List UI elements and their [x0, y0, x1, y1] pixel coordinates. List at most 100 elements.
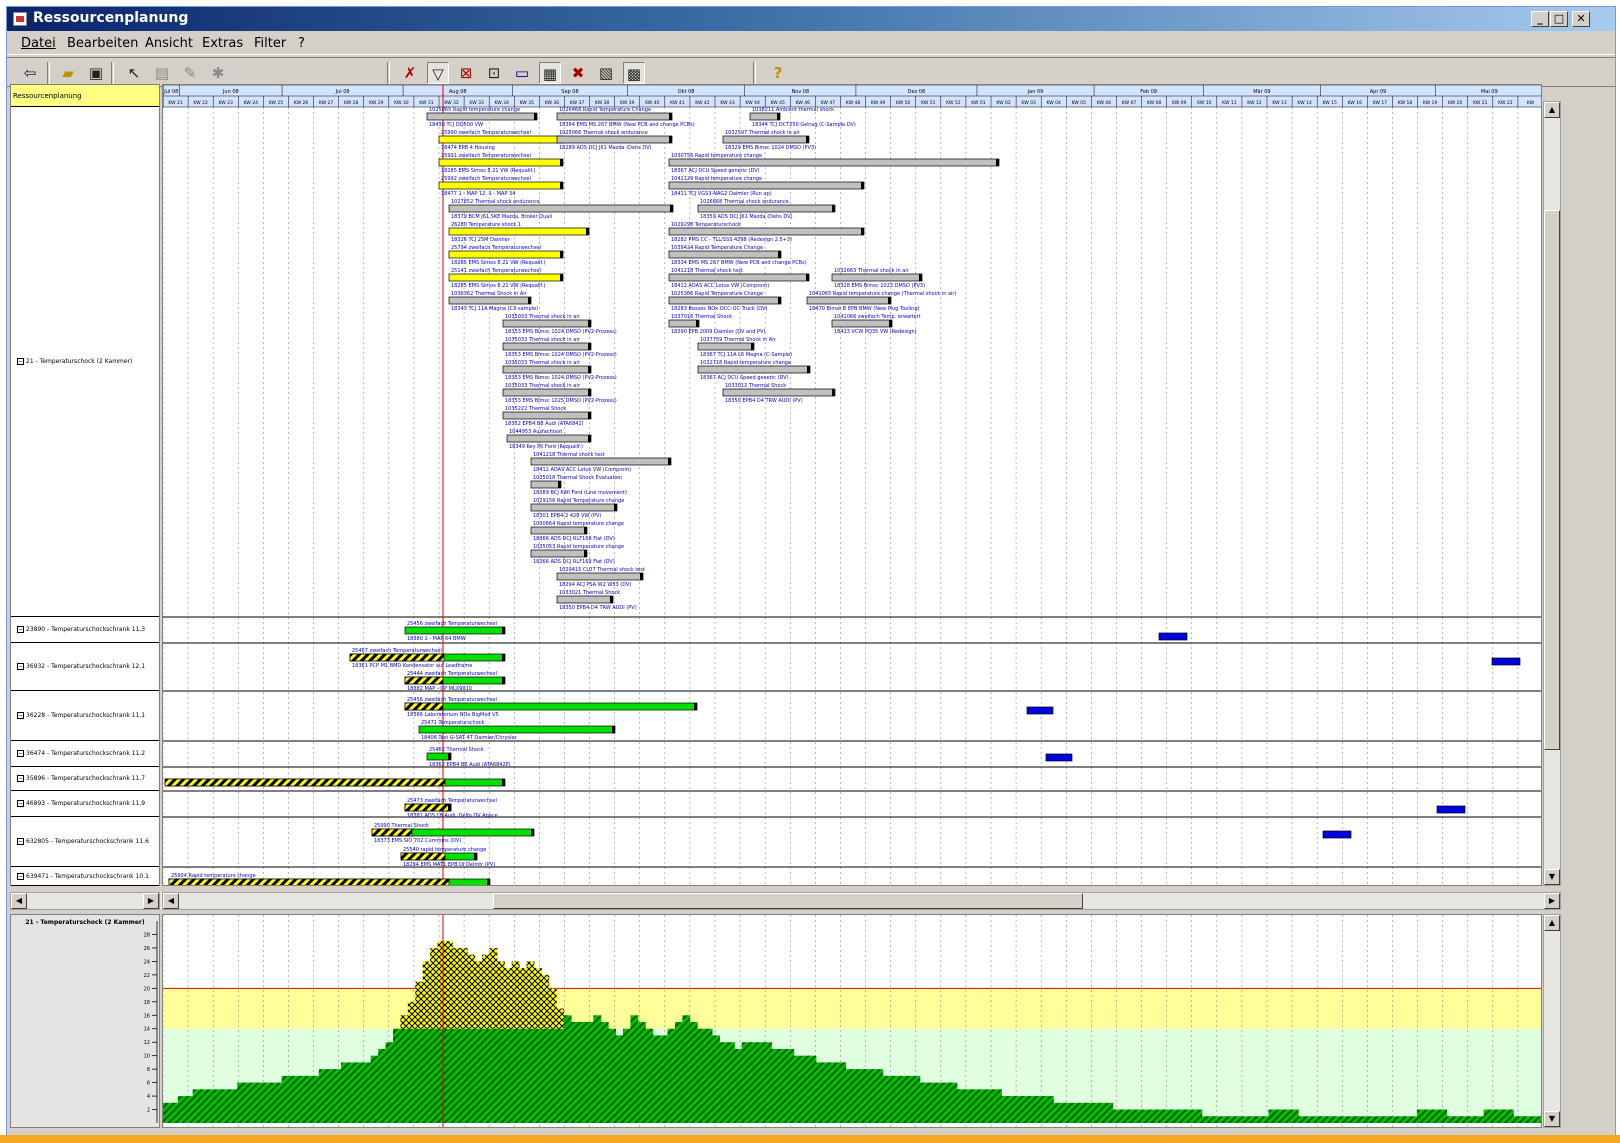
load-bar-normal	[1001, 1096, 1010, 1123]
help-icon[interactable]: ?	[767, 62, 789, 84]
menu-filter[interactable]: Filter	[254, 36, 286, 51]
filter-icon[interactable]: ▽	[427, 62, 449, 84]
close-button[interactable]: ✕	[1572, 11, 1590, 27]
task-end-marker	[669, 136, 672, 143]
task-title: 25471 Temperaturschock	[421, 720, 485, 726]
task-bar: 1038211 Ambient thermal shock 18344 TCJ D…	[749, 107, 856, 128]
view-collapse-icon[interactable]: ▧	[595, 62, 617, 84]
view-detail-icon[interactable]: ▦	[539, 62, 561, 84]
task-bar-fill	[556, 135, 673, 144]
load-bar-normal	[1491, 1109, 1499, 1123]
toolbar-separator	[111, 62, 114, 84]
week-label: KW 05	[1072, 100, 1087, 106]
menu-datei[interactable]: Datei	[21, 36, 56, 51]
task-subtitle: 18294 EMS MAT1 EPB DI Delmtr (PV)	[403, 862, 495, 868]
view-expand-icon[interactable]: ✖	[567, 62, 589, 84]
task-subtitle: 18352 EPB4 B8 Audi (ATA6842)	[505, 421, 584, 427]
task-bar: 25991 zweifach Temperaturwechsel 18285 EM…	[438, 153, 564, 174]
resource-row-label[interactable]: −639471 - Temperaturschockschrank 10.1	[11, 867, 159, 886]
scroll-thumb[interactable]	[1544, 210, 1560, 750]
task-bar: 25990 zweifach Temperaturwechsel 18474 EP…	[438, 130, 564, 151]
task-end-marker	[919, 274, 922, 281]
view-bars-icon[interactable]: ▭	[511, 62, 533, 84]
settings-icon[interactable]: ✱	[207, 62, 229, 84]
resource-name: 639471 - Temperaturschockschrank 10.1	[26, 872, 149, 880]
gantt-horizontal-scrollbar[interactable]: ◀ ▶	[162, 892, 1561, 910]
resource-row-label[interactable]: −35896 - Temperaturschockschrank 11.7	[11, 767, 159, 791]
menu-ansicht[interactable]: Ansicht	[145, 36, 193, 51]
menu-bearbeiten[interactable]: Bearbeiten	[67, 36, 138, 51]
scroll-down-arrow[interactable]: ▼	[1544, 869, 1560, 885]
load-bar-normal	[749, 1042, 758, 1123]
task-bar	[1026, 706, 1054, 715]
exit-icon[interactable]: ⇦	[19, 62, 41, 84]
scroll-up-arrow[interactable]: ▲	[1544, 915, 1560, 931]
load-bar-normal	[897, 1075, 906, 1123]
task-bar: 1041066 zweifach Temp. erweitert 18413 VC…	[831, 314, 921, 335]
task-subtitle: 18412 ADAS ACC Lotus VW (Comprom)	[671, 283, 769, 289]
load-bar-normal	[1209, 1116, 1218, 1123]
histogram-vertical-scrollbar[interactable]: ▲ ▼	[1543, 914, 1561, 1128]
pointer-icon[interactable]: ↖	[123, 62, 145, 84]
filter-edit-icon[interactable]: ⊠	[455, 62, 477, 84]
load-bar-normal	[1394, 1116, 1403, 1123]
collapse-icon[interactable]: −	[17, 358, 24, 365]
task-bar	[1158, 632, 1188, 641]
minimize-button[interactable]: _	[1531, 11, 1549, 27]
collapse-icon[interactable]: −	[17, 626, 24, 633]
scroll-left-arrow[interactable]: ◀	[11, 893, 27, 909]
scroll-right-arrow[interactable]: ▶	[143, 893, 159, 909]
resource-row-label[interactable]: −36474 - Temperaturschockschrank 11.2	[11, 741, 159, 767]
task-title: 1025366 Rapid Temperature Change	[671, 291, 763, 297]
save-icon[interactable]: ▣	[85, 62, 107, 84]
load-bar-normal	[1120, 1109, 1129, 1123]
collapse-icon[interactable]: −	[17, 750, 24, 757]
filter-apply-icon[interactable]: ⊡	[483, 62, 505, 84]
edit-icon[interactable]: ✎	[179, 62, 201, 84]
load-bar-normal	[252, 1082, 260, 1123]
resource-row-label[interactable]: −36932 - Temperaturschockschrank 12.1	[11, 643, 159, 691]
maximize-button[interactable]: □	[1550, 11, 1568, 27]
collapse-icon[interactable]: −	[17, 872, 24, 880]
task-bar-overlap	[404, 676, 444, 685]
collapse-icon[interactable]: −	[17, 838, 24, 845]
resource-row-label[interactable]: −36228 - Temperaturschockschrank 11.1	[11, 691, 159, 741]
gantt-vertical-scrollbar[interactable]: ▲ ▼	[1543, 101, 1561, 886]
load-bar-normal	[637, 1022, 646, 1123]
collapse-icon[interactable]: −	[17, 800, 24, 807]
task-bar: 1030664 Rapid temperature change 18366 AD…	[530, 521, 624, 542]
scroll-down-arrow[interactable]: ▼	[1544, 1111, 1560, 1127]
load-bar-normal	[526, 1028, 535, 1123]
menu-extras[interactable]: Extras	[202, 36, 243, 51]
load-bar-normal	[504, 1028, 513, 1123]
task-title: 25473 zweifach Temperaturwechsel	[407, 798, 497, 804]
resource-horizontal-scrollbar[interactable]: ◀ ▶	[10, 892, 160, 910]
scroll-up-arrow[interactable]: ▲	[1544, 102, 1560, 118]
scroll-right-arrow[interactable]: ▶	[1544, 893, 1560, 909]
scroll-left-arrow[interactable]: ◀	[163, 893, 179, 909]
load-bar-normal	[585, 1022, 594, 1123]
load-bar-normal	[1060, 1102, 1069, 1123]
collapse-icon[interactable]: −	[17, 775, 24, 782]
resource-row-label[interactable]: −632805 - Temperaturschockschrank 11.6	[11, 817, 159, 867]
week-label: KW 40	[645, 100, 660, 106]
month-label: Aug 08	[449, 89, 467, 95]
collapse-icon[interactable]: −	[17, 712, 24, 719]
scroll-thumb[interactable]	[493, 893, 1083, 909]
resource-row-label[interactable]: −46893 - Temperaturschockschrank 11.9	[11, 791, 159, 817]
load-bar-normal	[266, 1082, 275, 1123]
print-icon[interactable]: ▤	[151, 62, 173, 84]
load-bar-normal	[496, 1028, 505, 1123]
resource-row-label[interactable]: −21 - Temperaturschock (2 Kammer)	[11, 107, 159, 617]
menu-help[interactable]: ?	[298, 36, 305, 51]
filter-clear-icon[interactable]: ✗	[399, 62, 421, 84]
load-bar-normal	[993, 1089, 1002, 1123]
resource-row-label[interactable]: −23890 - Temperaturschockschrank 11.3	[11, 617, 159, 643]
view-resource-icon[interactable]: ▩	[623, 62, 645, 84]
task-bar-fill	[530, 526, 588, 535]
open-folder-icon[interactable]: ▰	[57, 62, 79, 84]
week-label: KW 44	[745, 100, 760, 106]
task-subtitle: 18285 EMS Simos 8.21 VW (Requalif.)	[451, 260, 546, 266]
week-label: KW 22	[193, 100, 208, 106]
collapse-icon[interactable]: −	[17, 663, 24, 670]
